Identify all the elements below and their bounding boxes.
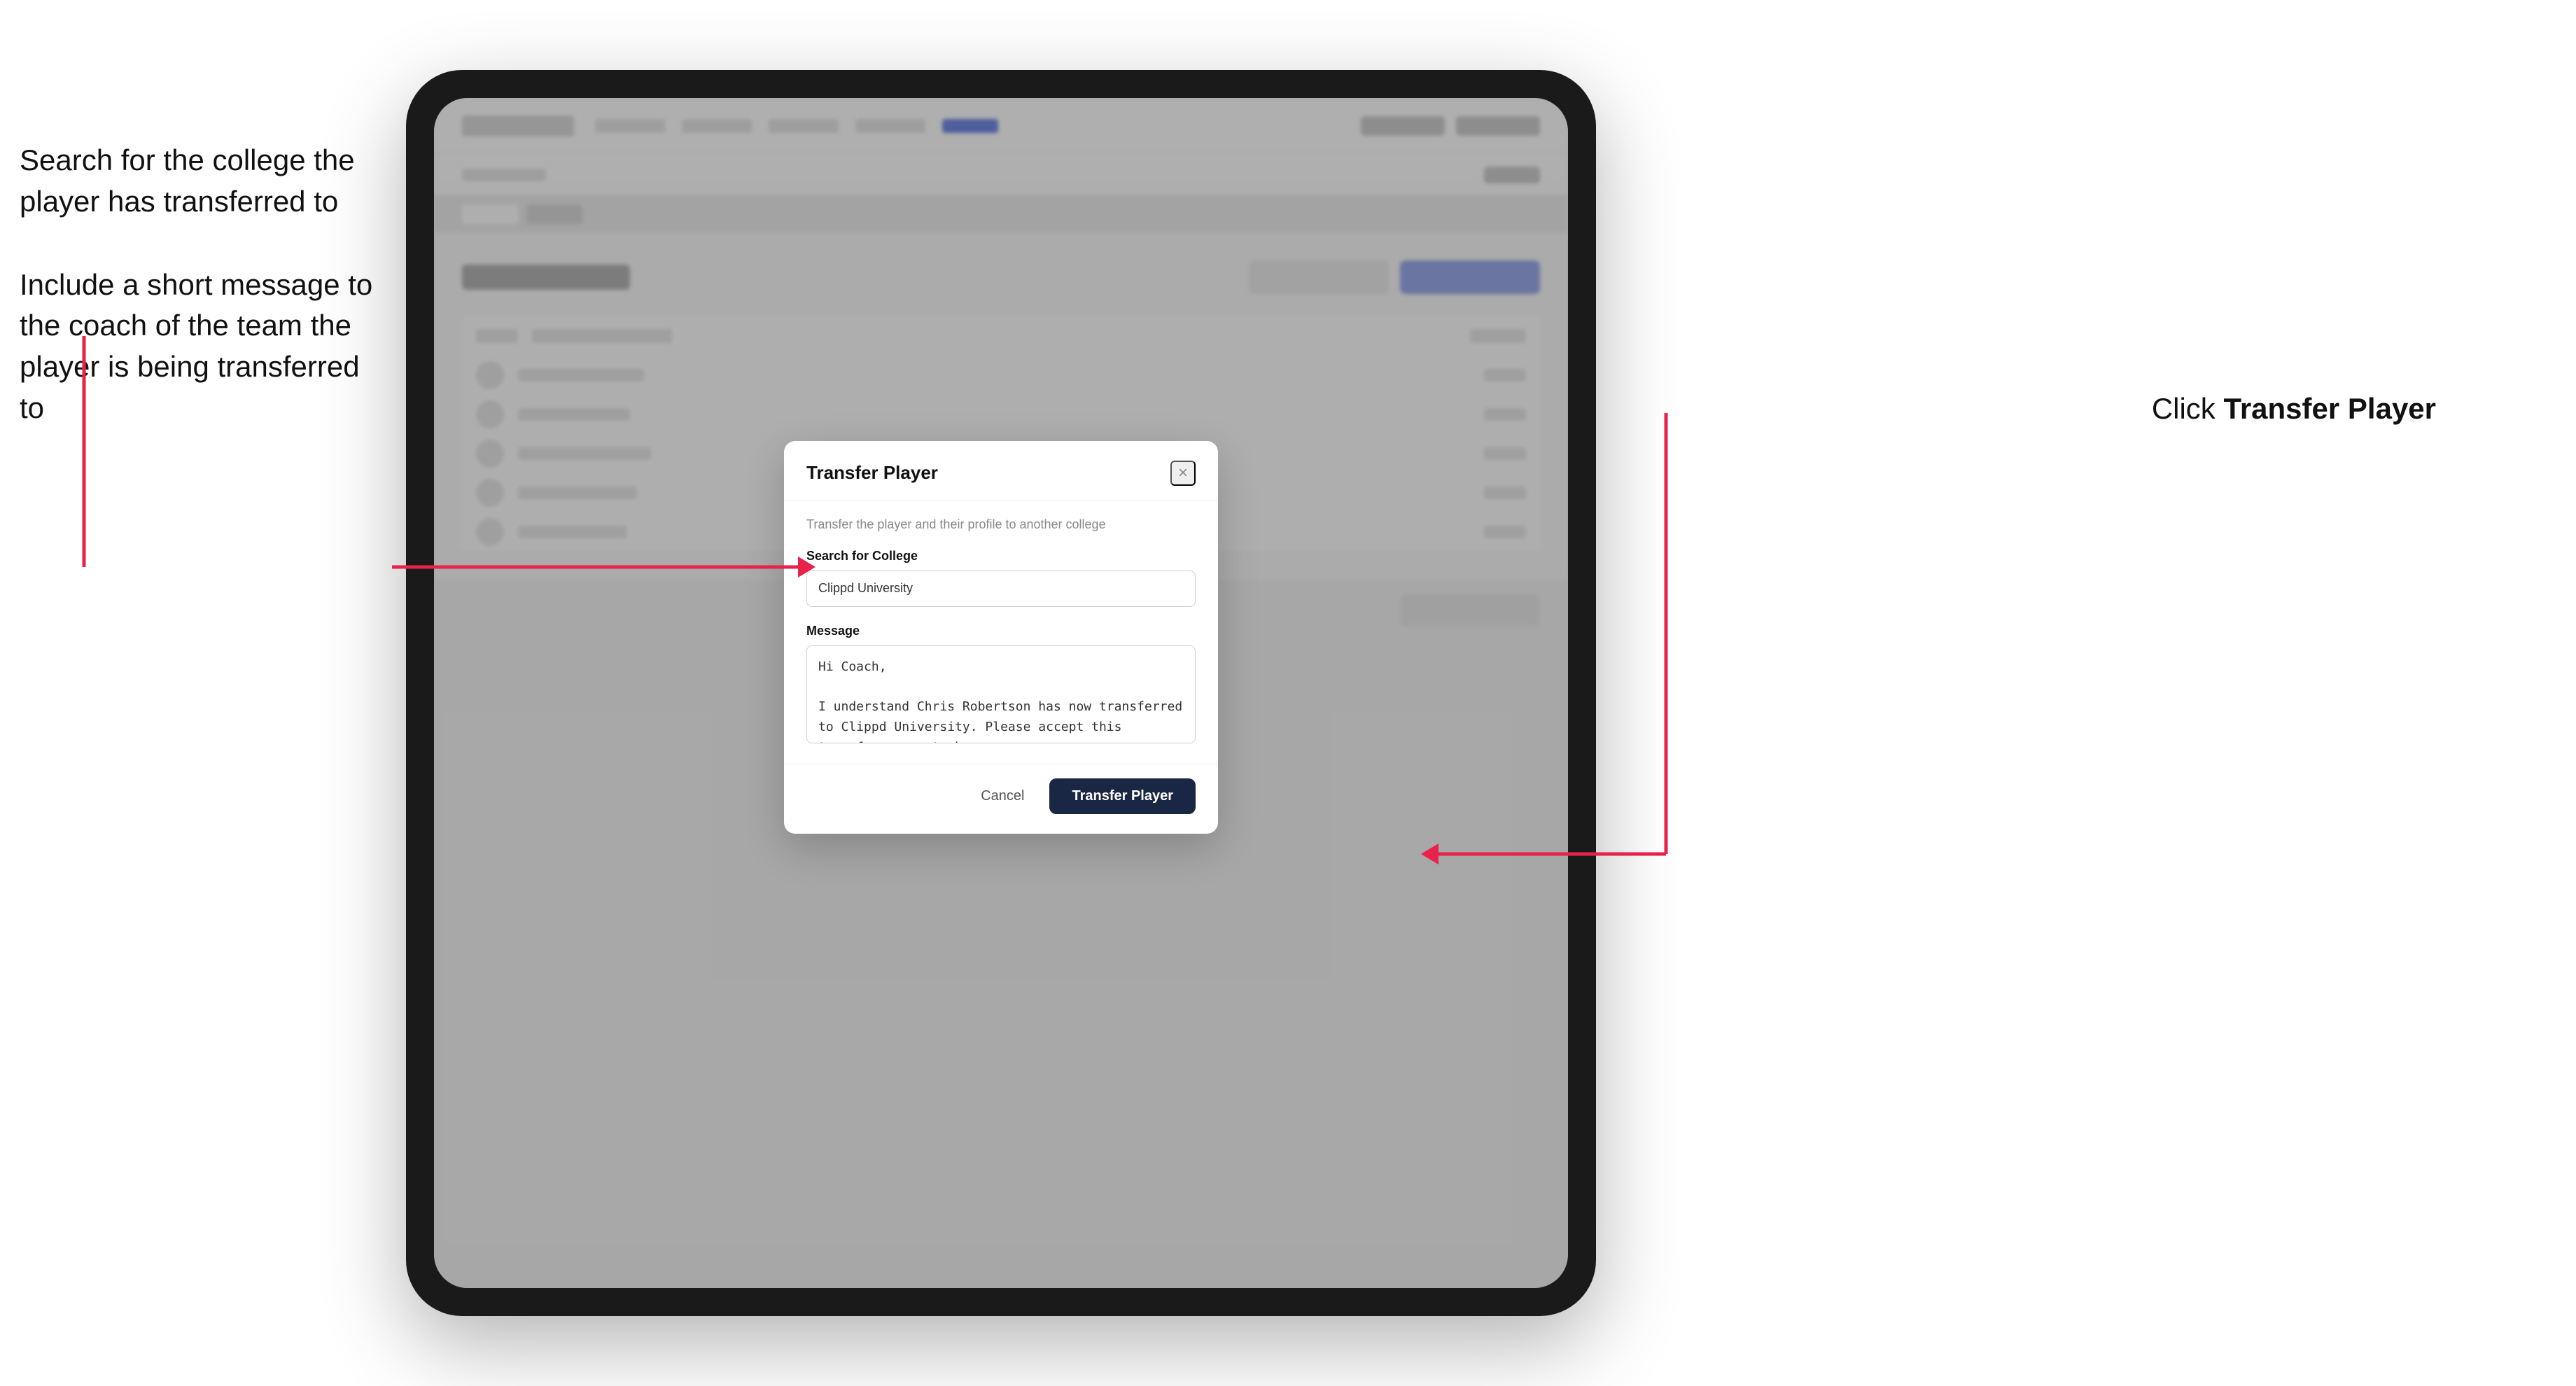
annotation-message-text: Include a short message to the coach of … bbox=[20, 265, 384, 429]
search-college-input[interactable] bbox=[806, 570, 1196, 607]
transfer-player-modal: Transfer Player × Transfer the player an… bbox=[784, 441, 1218, 834]
message-textarea[interactable]: Hi Coach, I understand Chris Robertson h… bbox=[806, 645, 1196, 743]
modal-header: Transfer Player × bbox=[784, 441, 1218, 500]
annotation-left: Search for the college the player has tr… bbox=[20, 140, 384, 471]
modal-overlay: Transfer Player × Transfer the player an… bbox=[434, 98, 1568, 1288]
modal-body: Transfer the player and their profile to… bbox=[784, 500, 1218, 764]
annotation-transfer-bold: Transfer Player bbox=[2223, 392, 2436, 425]
tablet-screen: Transfer Player × Transfer the player an… bbox=[434, 98, 1568, 1288]
annotation-click-text: Click bbox=[2152, 392, 2224, 425]
tablet-device: Transfer Player × Transfer the player an… bbox=[406, 70, 1596, 1316]
annotation-right: Click Transfer Player bbox=[2152, 392, 2436, 426]
transfer-player-button[interactable]: Transfer Player bbox=[1049, 778, 1196, 814]
modal-footer: Cancel Transfer Player bbox=[784, 764, 1218, 834]
cancel-button[interactable]: Cancel bbox=[967, 780, 1038, 813]
annotation-search-text: Search for the college the player has tr… bbox=[20, 140, 384, 223]
modal-close-button[interactable]: × bbox=[1170, 461, 1196, 486]
modal-subtitle: Transfer the player and their profile to… bbox=[806, 517, 1196, 532]
message-label: Message bbox=[806, 624, 1196, 638]
modal-title: Transfer Player bbox=[806, 462, 938, 484]
search-college-label: Search for College bbox=[806, 549, 1196, 564]
